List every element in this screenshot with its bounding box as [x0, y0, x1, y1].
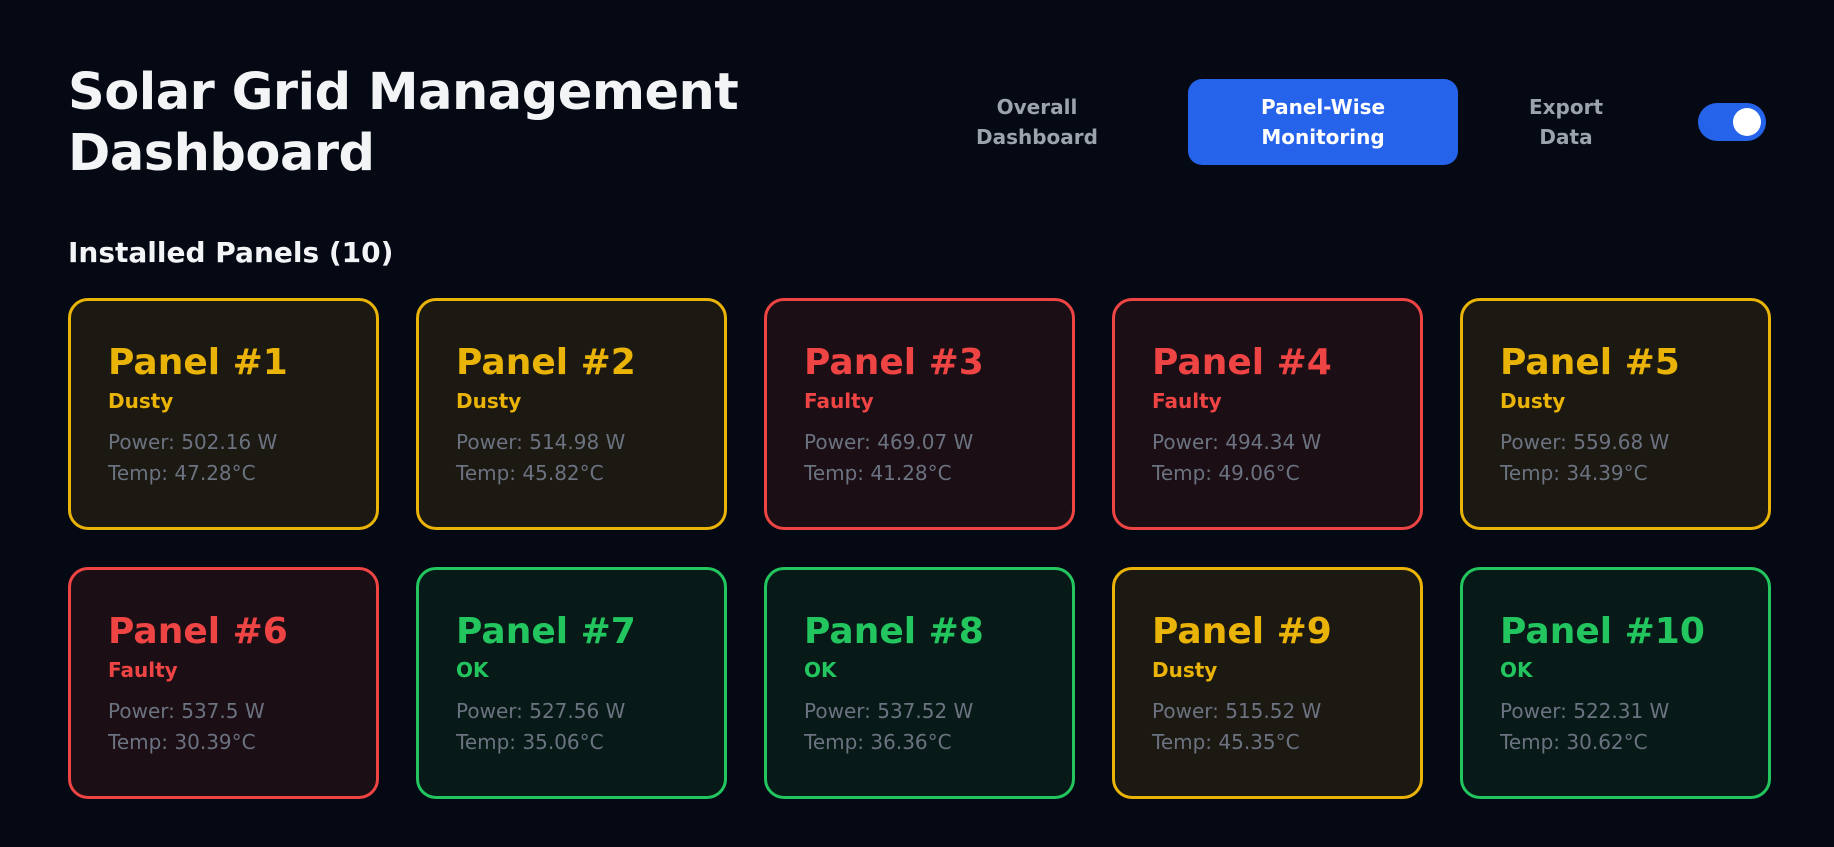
dashboard-page: Solar Grid Management Dashboard Overall … [0, 0, 1834, 847]
panel-name: Panel #3 [804, 342, 984, 383]
toggle-knob [1733, 108, 1761, 136]
panel-status: Dusty [456, 389, 522, 413]
panel-status: OK [1500, 658, 1533, 682]
panel-name: Panel #2 [456, 342, 636, 383]
panel-card[interactable]: Panel #5 Dusty Power: 559.68 W Temp: 34.… [1460, 298, 1771, 530]
panel-card[interactable]: Panel #4 Faulty Power: 494.34 W Temp: 49… [1112, 298, 1423, 530]
panel-power: Power: 502.16 W [108, 430, 278, 454]
panel-status: OK [456, 658, 489, 682]
panel-temp: Temp: 30.39°C [108, 730, 256, 754]
panel-name: Panel #6 [108, 611, 288, 652]
panel-status: Faulty [804, 389, 874, 413]
panel-temp: Temp: 35.06°C [456, 730, 604, 754]
panel-temp: Temp: 30.62°C [1500, 730, 1648, 754]
panel-temp: Temp: 41.28°C [804, 461, 952, 485]
panel-card[interactable]: Panel #1 Dusty Power: 502.16 W Temp: 47.… [68, 298, 379, 530]
panel-card[interactable]: Panel #2 Dusty Power: 514.98 W Temp: 45.… [416, 298, 727, 530]
panel-name: Panel #10 [1500, 611, 1705, 652]
panel-card[interactable]: Panel #8 OK Power: 537.52 W Temp: 36.36°… [764, 567, 1075, 799]
panel-power: Power: 537.52 W [804, 699, 974, 723]
panel-card[interactable]: Panel #6 Faulty Power: 537.5 W Temp: 30.… [68, 567, 379, 799]
page-title: Solar Grid Management Dashboard [68, 63, 739, 183]
panel-power: Power: 514.98 W [456, 430, 626, 454]
panel-power: Power: 559.68 W [1500, 430, 1670, 454]
panel-power: Power: 494.34 W [1152, 430, 1322, 454]
panel-temp: Temp: 47.28°C [108, 461, 256, 485]
panel-temp: Temp: 45.35°C [1152, 730, 1300, 754]
panel-temp: Temp: 45.82°C [456, 461, 604, 485]
panel-name: Panel #5 [1500, 342, 1680, 383]
installed-panels-heading: Installed Panels (10) [68, 236, 394, 269]
panel-status: Dusty [108, 389, 174, 413]
nav-bar: Overall Dashboard Panel-Wise Monitoring … [942, 79, 1766, 165]
panel-temp: Temp: 49.06°C [1152, 461, 1300, 485]
panel-temp: Temp: 36.36°C [804, 730, 952, 754]
panel-status: Dusty [1152, 658, 1218, 682]
header: Solar Grid Management Dashboard Overall … [68, 62, 1766, 187]
panel-card[interactable]: Panel #3 Faulty Power: 469.07 W Temp: 41… [764, 298, 1075, 530]
panel-name: Panel #8 [804, 611, 984, 652]
panel-card[interactable]: Panel #9 Dusty Power: 515.52 W Temp: 45.… [1112, 567, 1423, 799]
panel-status: Dusty [1500, 389, 1566, 413]
panel-power: Power: 522.31 W [1500, 699, 1670, 723]
panel-wise-monitoring-button[interactable]: Panel-Wise Monitoring [1188, 79, 1458, 165]
panel-power: Power: 527.56 W [456, 699, 626, 723]
panel-card[interactable]: Panel #7 OK Power: 527.56 W Temp: 35.06°… [416, 567, 727, 799]
panel-power: Power: 469.07 W [804, 430, 974, 454]
panel-name: Panel #7 [456, 611, 636, 652]
panel-status: Faulty [1152, 389, 1222, 413]
panel-status: OK [804, 658, 837, 682]
panel-grid: Panel #1 Dusty Power: 502.16 W Temp: 47.… [68, 298, 1771, 799]
panel-status: Faulty [108, 658, 178, 682]
panel-name: Panel #9 [1152, 611, 1332, 652]
theme-toggle[interactable] [1698, 103, 1766, 141]
panel-temp: Temp: 34.39°C [1500, 461, 1648, 485]
panel-card[interactable]: Panel #10 OK Power: 522.31 W Temp: 30.62… [1460, 567, 1771, 799]
overall-dashboard-button[interactable]: Overall Dashboard [942, 79, 1132, 165]
export-data-button[interactable]: Export Data [1506, 79, 1626, 165]
panel-name: Panel #4 [1152, 342, 1332, 383]
panel-power: Power: 537.5 W [108, 699, 265, 723]
panel-power: Power: 515.52 W [1152, 699, 1322, 723]
panel-name: Panel #1 [108, 342, 288, 383]
